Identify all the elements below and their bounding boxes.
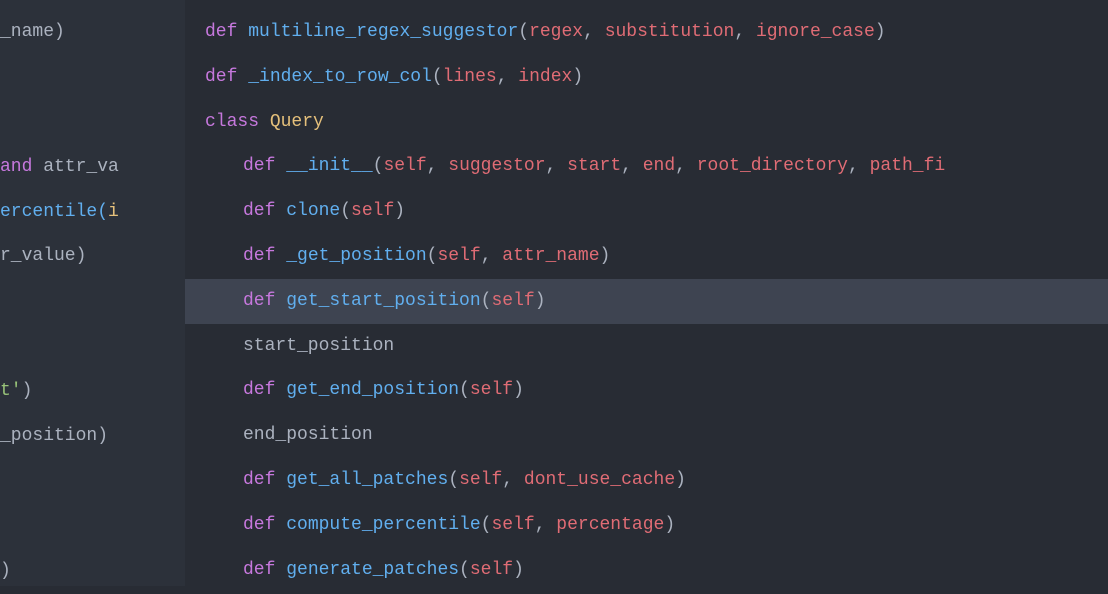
outline-item-get-start-position[interactable]: def get_start_position(self) bbox=[185, 279, 1108, 324]
outline-item-multiline-regex-suggestor[interactable]: def multiline_regex_suggestor(regex, sub… bbox=[185, 10, 1108, 55]
outline-item-get-position[interactable]: def _get_position(self, attr_name) bbox=[185, 234, 1108, 279]
editor-left-panel: _name) and attr_va ercentile(i r_value) … bbox=[0, 0, 185, 586]
outline-item-generate-patches[interactable]: def generate_patches(self) bbox=[185, 548, 1108, 586]
outline-item-get-end-position[interactable]: def get_end_position(self) bbox=[185, 368, 1108, 413]
outline-item-clone[interactable]: def clone(self) bbox=[185, 189, 1108, 234]
outline-item-index-to-row-col[interactable]: def _index_to_row_col(lines, index) bbox=[185, 55, 1108, 100]
code-fragment: _position) bbox=[0, 414, 185, 459]
code-fragment: and attr_va bbox=[0, 145, 185, 190]
outline-item-end-position[interactable]: end_position bbox=[185, 413, 1108, 458]
code-fragment: ercentile(i bbox=[0, 190, 185, 235]
outline-item-get-all-patches[interactable]: def get_all_patches(self, dont_use_cache… bbox=[185, 458, 1108, 503]
outline-item-start-position[interactable]: start_position bbox=[185, 324, 1108, 369]
code-fragment: _name) bbox=[0, 10, 185, 55]
code-fragment: ) bbox=[0, 549, 185, 594]
code-fragment: r_value) bbox=[0, 234, 185, 279]
code-fragment: t') bbox=[0, 369, 185, 414]
outline-item-compute-percentile[interactable]: def compute_percentile(self, percentage) bbox=[185, 503, 1108, 548]
outline-item-init[interactable]: def __init__(self, suggestor, start, end… bbox=[185, 144, 1108, 189]
outline-item-class-query[interactable]: class Query bbox=[185, 100, 1108, 145]
outline-panel: def multiline_regex_suggestor(regex, sub… bbox=[185, 0, 1108, 586]
